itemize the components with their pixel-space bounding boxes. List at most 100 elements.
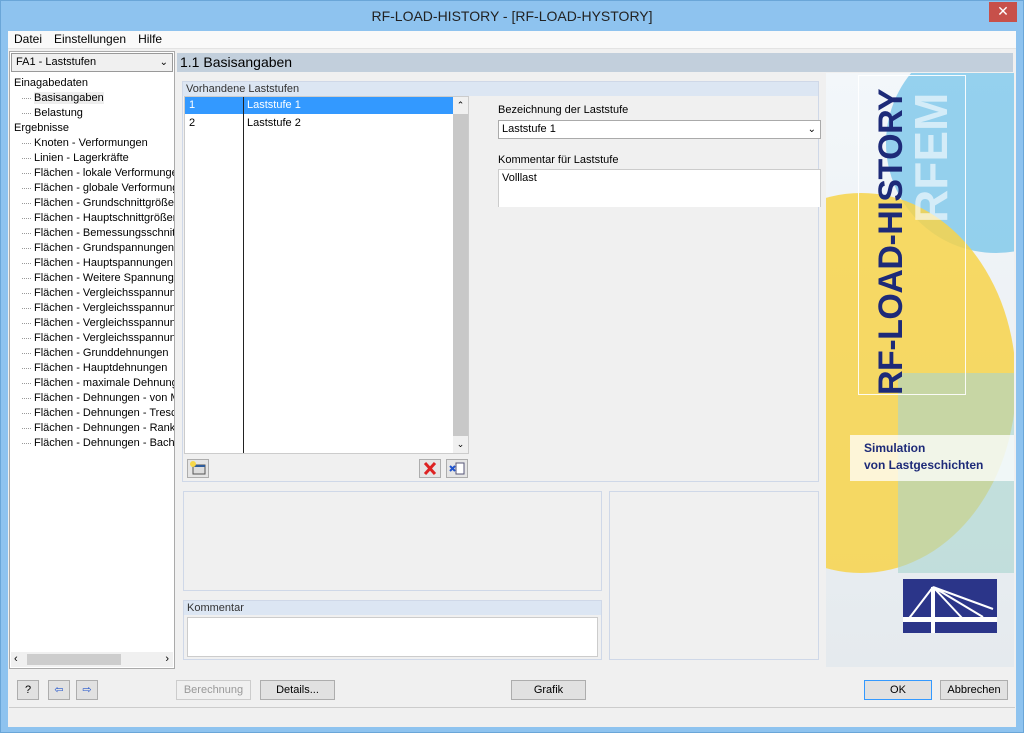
tree-item-label: Flächen - maximale Dehnungen	[34, 377, 174, 389]
arrow-left-icon: ⇦	[54, 684, 64, 696]
group-title: Vorhandene Laststufen	[183, 82, 818, 96]
tree-item[interactable]: Flächen - Bemessungsschnittgr	[14, 226, 174, 241]
previous-button[interactable]: ⇦	[48, 680, 70, 700]
bezeichnung-dropdown[interactable]: Laststufe 1 ⌄	[498, 120, 821, 139]
tree-item-label: Flächen - Vergleichsspannunge	[34, 332, 174, 344]
tree-item[interactable]: Flächen - maximale Dehnungen	[14, 376, 174, 391]
tree-item-label: Flächen - Grundschnittgrößen	[34, 197, 174, 209]
watermark-logo: RFEM	[905, 92, 957, 223]
menu-datei[interactable]: Datei	[8, 31, 48, 48]
column-divider	[243, 97, 244, 453]
help-button[interactable]: ?	[17, 680, 39, 700]
status-bar	[9, 707, 1015, 726]
tree-item[interactable]: Flächen - Vergleichsspannunge	[14, 316, 174, 331]
tree-horizontal-scrollbar[interactable]: ‹ ›	[11, 652, 173, 667]
page-title: 1.1 Basisangaben	[177, 53, 1013, 72]
close-button[interactable]: ✕	[989, 2, 1017, 22]
export-button[interactable]	[446, 459, 468, 478]
tree-item[interactable]: Flächen - Vergleichsspannunge	[14, 301, 174, 316]
tree-item[interactable]: Flächen - Grundschnittgrößen	[14, 196, 174, 211]
list-row[interactable]: 2 Laststufe 2	[185, 115, 455, 132]
tree-item[interactable]: Flächen - Hauptschnittgrößen	[14, 211, 174, 226]
navigator-tree: Einagabedaten Basisangaben Belastung Ergebn…	[14, 76, 174, 451]
details-button[interactable]: Details...	[260, 680, 335, 700]
tree-item-label: Flächen - Hauptschnittgrößen	[34, 212, 174, 224]
tree-item-label: Einagabedaten	[14, 77, 89, 89]
list-vertical-scrollbar[interactable]: ⌃ ⌄	[453, 97, 468, 453]
tree-item-label: Flächen - Grundspannungen	[34, 242, 174, 254]
new-laststufe-button[interactable]	[187, 459, 209, 478]
chevron-down-icon: ⌄	[807, 124, 816, 135]
tree-item[interactable]: Einagabedaten	[14, 76, 174, 91]
menu-einstellungen[interactable]: Einstellungen	[48, 31, 132, 48]
tree-item-label: Basisangaben	[34, 92, 104, 104]
scroll-right-icon[interactable]: ›	[165, 653, 169, 665]
kommentar-laststufe-label: Kommentar für Laststufe	[498, 154, 619, 166]
tree-item[interactable]: Flächen - Hauptspannungen	[14, 256, 174, 271]
tree-item[interactable]: Flächen - Weitere Spannungen	[14, 271, 174, 286]
kommentar-input[interactable]	[187, 617, 598, 657]
grafik-button[interactable]: Grafik	[511, 680, 586, 700]
menu-hilfe[interactable]: Hilfe	[132, 31, 168, 48]
product-banner: RFEM RF-LOAD-HISTORY Simulation von Lastg…	[826, 73, 1014, 667]
scroll-down-icon[interactable]: ⌄	[453, 436, 468, 453]
tree-item-label: Flächen - Dehnungen - von Mis	[34, 392, 174, 404]
bezeichnung-label: Bezeichnung der Laststufe	[498, 104, 629, 116]
bezeichnung-value: Laststufe 1	[502, 123, 556, 135]
tree-item[interactable]: Flächen - Dehnungen - Tresca	[14, 406, 174, 421]
tree-item-label: Flächen - Vergleichsspannunge	[34, 302, 174, 314]
tree-item[interactable]: Flächen - Vergleichsspannunge	[14, 331, 174, 346]
tree-item-label: Flächen - Vergleichsspannunge	[34, 317, 174, 329]
row-name: Laststufe 1	[247, 99, 301, 111]
module-dropdown[interactable]: FA1 - Laststufen ⌄	[11, 53, 173, 72]
laststufen-group: Vorhandene Laststufen 1 Laststufe 1 2 Last…	[182, 81, 821, 482]
tree-item[interactable]: Flächen - globale Verformungen	[14, 181, 174, 196]
delete-icon	[423, 461, 437, 476]
client-area: Datei Einstellungen Hilfe FA1 - Laststufen…	[8, 31, 1016, 727]
kommentar-laststufe-input[interactable]: Volllast	[498, 169, 821, 207]
tree-item[interactable]: Flächen - Hauptdehnungen	[14, 361, 174, 376]
row-name: Laststufe 2	[247, 117, 301, 129]
tree-item-label: Flächen - Hauptdehnungen	[34, 362, 168, 374]
tagline: Simulation von Lastgeschichten	[850, 435, 1014, 481]
window-title: RF-LOAD-HISTORY - [RF-LOAD-HYSTORY]	[371, 8, 653, 24]
tree-item[interactable]: Flächen - Dehnungen - Rankine	[14, 421, 174, 436]
scroll-thumb[interactable]	[27, 654, 121, 665]
tree-item[interactable]: Flächen - Vergleichsspannunge	[14, 286, 174, 301]
berechnung-button[interactable]: Berechnung	[176, 680, 251, 700]
close-icon: ✕	[997, 3, 1009, 19]
tree-item[interactable]: Flächen - lokale Verformungen	[14, 166, 174, 181]
arrow-right-icon: ⇨	[82, 684, 92, 696]
ok-button[interactable]: OK	[864, 680, 932, 700]
laststufen-list: 1 Laststufe 1 2 Laststufe 2 ⌃ ⌄	[184, 96, 469, 454]
abbrechen-button[interactable]: Abbrechen	[940, 680, 1008, 700]
dropdown-value: FA1 - Laststufen	[16, 56, 97, 68]
next-button[interactable]: ⇨	[76, 680, 98, 700]
tree-item-label: Flächen - lokale Verformungen	[34, 167, 174, 179]
tree-item[interactable]: Knoten - Verformungen	[14, 136, 174, 151]
tree-item[interactable]: Belastung	[14, 106, 174, 121]
tree-item[interactable]: Ergebnisse	[14, 121, 174, 136]
menu-bar: Datei Einstellungen Hilfe	[8, 31, 1016, 49]
list-row[interactable]: 1 Laststufe 1	[185, 97, 455, 114]
tree-item[interactable]: Basisangaben	[14, 91, 174, 106]
scroll-up-icon[interactable]: ⌃	[453, 97, 468, 114]
delete-laststufe-button[interactable]	[419, 459, 441, 478]
tree-item[interactable]: Flächen - Grunddehnungen	[14, 346, 174, 361]
kommentar-label: Kommentar	[184, 601, 601, 615]
tree-item-label: Ergebnisse	[14, 122, 70, 134]
scroll-left-icon[interactable]: ‹	[14, 653, 18, 665]
tree-item-label: Flächen - Dehnungen - Bach	[34, 437, 174, 449]
row-number: 1	[189, 99, 196, 111]
tree-item-label: Knoten - Verformungen	[34, 137, 148, 149]
export-table-icon	[449, 462, 465, 475]
tree-item[interactable]: Flächen - Dehnungen - von Mis	[14, 391, 174, 406]
tree-item-label: Linien - Lagerkräfte	[34, 152, 129, 164]
tree-item[interactable]: Linien - Lagerkräfte	[14, 151, 174, 166]
chevron-down-icon: ⌄	[159, 57, 168, 68]
tree-item-label: Flächen - Bemessungsschnittgr	[34, 227, 174, 239]
info-panel	[183, 491, 602, 591]
product-logo: RF-LOAD-HISTORY	[872, 88, 910, 395]
tree-item[interactable]: Flächen - Grundspannungen	[14, 241, 174, 256]
tree-item[interactable]: Flächen - Dehnungen - Bach	[14, 436, 174, 451]
